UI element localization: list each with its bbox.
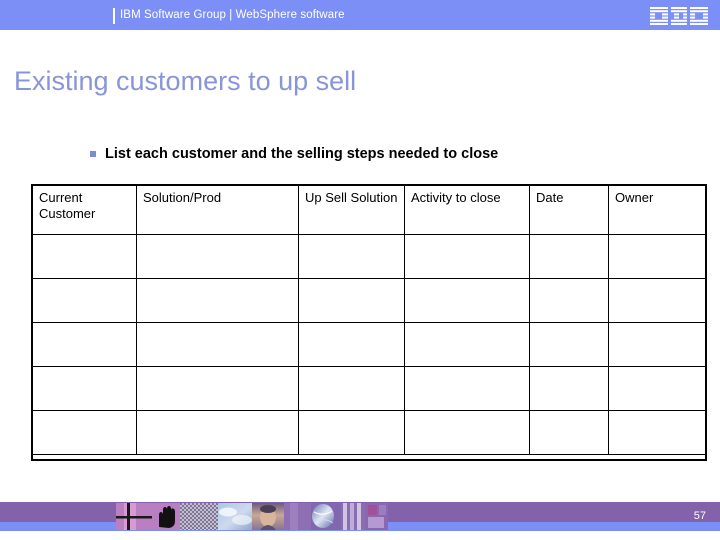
table-cell[interactable] — [608, 410, 707, 455]
table-cell[interactable] — [608, 366, 707, 411]
table-cell[interactable] — [136, 366, 299, 411]
column-header-owner: Owner — [608, 185, 707, 235]
table-cell[interactable] — [298, 278, 405, 323]
table-row — [32, 322, 707, 367]
square-bullet-icon — [90, 151, 96, 157]
table-cell[interactable] — [136, 234, 299, 279]
column-header-date: Date — [529, 185, 609, 235]
table-cell[interactable] — [32, 322, 137, 367]
table-cell[interactable] — [529, 366, 609, 411]
column-header-solution-prod: Solution/Prod — [136, 185, 299, 235]
bullet-text: List each customer and the selling steps… — [105, 146, 499, 162]
table-cell[interactable] — [32, 366, 137, 411]
header-brand-text: IBM Software Group | WebSphere software — [120, 9, 345, 21]
table-cell[interactable] — [404, 322, 530, 367]
table-cell[interactable] — [529, 322, 609, 367]
decorative-image-strip — [116, 503, 388, 530]
table-row — [32, 366, 707, 411]
table-cell[interactable] — [404, 234, 530, 279]
column-header-up-sell-solution: Up Sell Solution — [298, 185, 405, 235]
table-cell[interactable] — [298, 322, 405, 367]
table-cell[interactable] — [32, 278, 137, 323]
table-cell[interactable] — [136, 278, 299, 323]
table-cell[interactable] — [136, 410, 299, 455]
table-cell[interactable] — [608, 278, 707, 323]
table-cell[interactable] — [32, 234, 137, 279]
table-row — [32, 278, 707, 323]
table-cell[interactable] — [298, 410, 405, 455]
table-cell[interactable] — [404, 278, 530, 323]
table-cell[interactable] — [529, 234, 609, 279]
header-divider — [113, 8, 115, 24]
table-row — [32, 234, 707, 279]
upsell-table: Current Customer Solution/Prod Up Sell S… — [32, 185, 707, 455]
column-header-activity-to-close: Activity to close — [404, 185, 530, 235]
table-cell[interactable] — [404, 366, 530, 411]
bullet-list-item: List each customer and the selling steps… — [90, 145, 498, 163]
table-cell[interactable] — [529, 278, 609, 323]
header-band — [0, 0, 720, 30]
table-cell[interactable] — [608, 322, 707, 367]
table-cell[interactable] — [32, 410, 137, 455]
column-header-current-customer: Current Customer — [32, 185, 137, 235]
table-cell[interactable] — [608, 234, 707, 279]
page-number: 57 — [693, 510, 706, 522]
table-header-row: Current Customer Solution/Prod Up Sell S… — [32, 185, 707, 235]
table-cell[interactable] — [136, 322, 299, 367]
ibm-logo-icon — [650, 7, 708, 25]
table-cell[interactable] — [298, 234, 405, 279]
table-row — [32, 410, 707, 455]
page-title: Existing customers to up sell — [14, 66, 357, 96]
table-cell[interactable] — [404, 410, 530, 455]
table-cell[interactable] — [529, 410, 609, 455]
table-cell[interactable] — [298, 366, 405, 411]
